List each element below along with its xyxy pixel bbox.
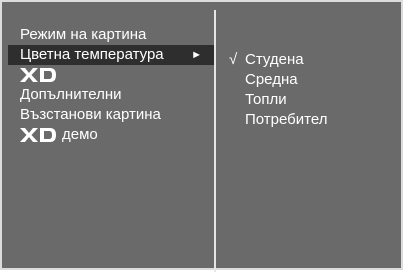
menu-item-color-temperature[interactable]: Цветна температура ►	[8, 45, 214, 65]
submenu-item-label: Средна	[245, 71, 298, 88]
submenu-item-cool[interactable]: √ Студена	[222, 50, 402, 70]
menu-item-label: Допълнителни	[20, 86, 122, 103]
submenu-item-medium[interactable]: Средна	[222, 70, 402, 90]
xd-logo-icon	[20, 128, 56, 143]
submenu-item-warm[interactable]: Топли	[222, 90, 402, 110]
submenu-item-label: Потребител	[245, 111, 328, 128]
menu-item-label: Режим на картина	[20, 26, 147, 43]
color-temperature-submenu: √ Студена Средна Топли Потребител	[222, 50, 402, 130]
submenu-item-label: Топли	[245, 91, 287, 108]
menu-item-xd-demo[interactable]: демо	[8, 125, 214, 145]
picture-menu-list: Режим на картина Цветна температура ► До…	[8, 25, 214, 145]
menu-item-label: Цветна температура	[20, 46, 164, 63]
check-icon: √	[229, 51, 238, 68]
menu-item-label: Възстанови картина	[20, 106, 161, 123]
osd-menu-panel: Режим на картина Цветна температура ► До…	[0, 0, 403, 272]
xd-logo-icon	[20, 68, 56, 83]
submenu-item-label: Студена	[245, 51, 304, 68]
submenu-item-user[interactable]: Потребител	[222, 110, 402, 130]
column-divider	[214, 10, 216, 272]
menu-item-advanced[interactable]: Допълнителни	[8, 85, 214, 105]
menu-item-picture-mode[interactable]: Режим на картина	[8, 25, 214, 45]
submenu-arrow-icon: ►	[191, 49, 202, 61]
menu-item-picture-reset[interactable]: Възстанови картина	[8, 105, 214, 125]
menu-item-xd[interactable]	[8, 65, 214, 85]
menu-item-label: демо	[62, 126, 98, 143]
